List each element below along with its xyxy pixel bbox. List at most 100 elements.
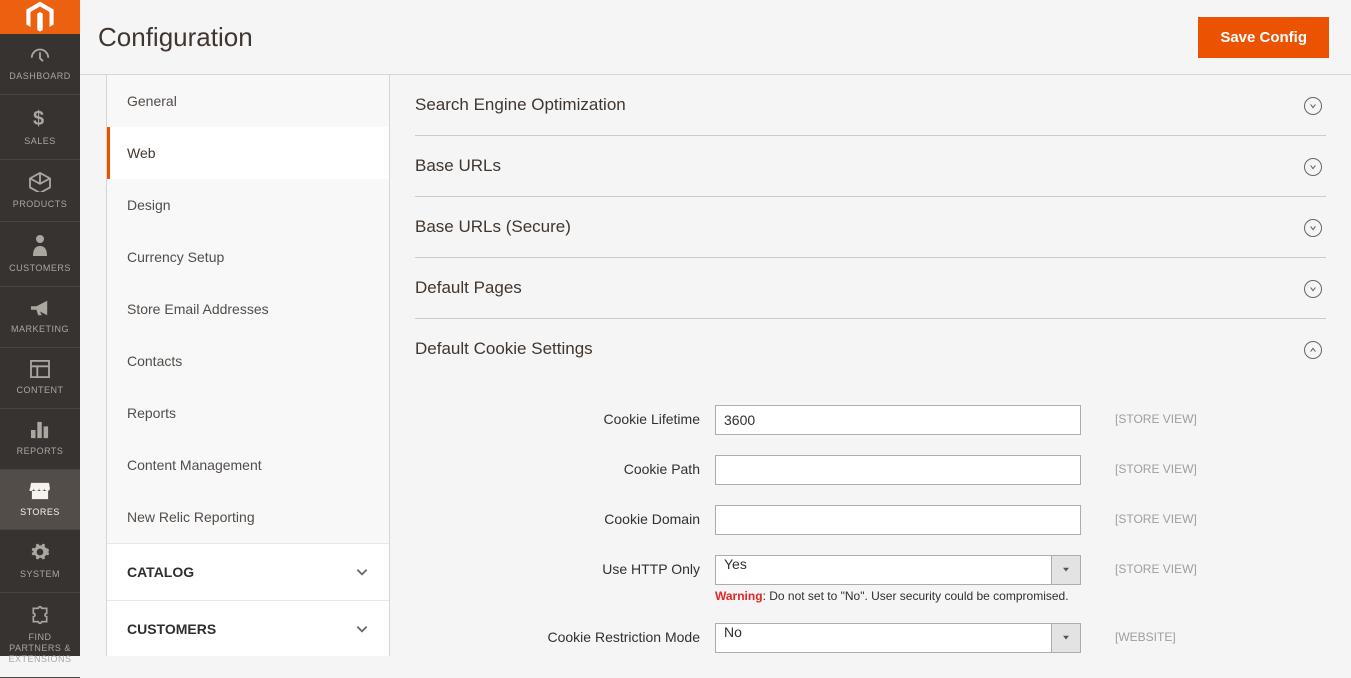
field-cookie-path: Cookie Path [STORE VIEW] <box>415 455 1326 485</box>
general-group: General Web Design Currency Setup Store … <box>107 75 389 543</box>
cookie-lifetime-input[interactable] <box>715 405 1081 435</box>
select-value: Yes <box>715 555 1051 585</box>
nav-marketing[interactable]: MARKETING <box>0 287 80 348</box>
gear-icon <box>30 542 50 564</box>
field-http-only: Use HTTP Only Yes Warning: Do not set to… <box>415 555 1326 603</box>
logo[interactable] <box>0 0 80 34</box>
field-label: Cookie Domain <box>415 505 715 527</box>
section-base-urls-secure[interactable]: Base URLs (Secure) <box>415 197 1326 258</box>
chevron-down-icon <box>355 565 369 579</box>
sidebar-item-cms[interactable]: Content Management <box>107 439 389 491</box>
field-label: Cookie Path <box>415 455 715 477</box>
section-cookie-settings[interactable]: Default Cookie Settings <box>415 319 1326 379</box>
nav-system[interactable]: SYSTEM <box>0 530 80 593</box>
nav-label: MARKETING <box>11 324 69 335</box>
sidebar-item-contacts[interactable]: Contacts <box>107 335 389 387</box>
nav-label: CONTENT <box>17 385 64 396</box>
person-icon <box>32 234 48 258</box>
group-label: CUSTOMERS <box>127 621 216 637</box>
field-label: Cookie Lifetime <box>415 405 715 427</box>
nav-customers[interactable]: CUSTOMERS <box>0 222 80 287</box>
nav-label: SYSTEM <box>20 569 60 580</box>
section-title: Base URLs (Secure) <box>415 217 1326 237</box>
nav-content[interactable]: CONTENT <box>0 348 80 409</box>
dollar-icon: $ <box>33 107 47 131</box>
section-title: Search Engine Optimization <box>415 95 1326 115</box>
sidebar-item-general[interactable]: General <box>107 75 389 127</box>
section-title: Default Cookie Settings <box>415 339 1326 359</box>
main-region: Configuration Save Config General Web De… <box>80 0 1351 656</box>
chevron-down-icon <box>1304 280 1322 298</box>
sidebar-item-currency[interactable]: Currency Setup <box>107 231 389 283</box>
svg-text:$: $ <box>33 108 45 129</box>
scope-label: [WEBSITE] <box>1081 623 1221 644</box>
magento-logo-icon <box>23 0 57 34</box>
nav-label: FIND PARTNERS & EXTENSIONS <box>4 632 76 664</box>
chevron-down-icon <box>355 622 369 636</box>
config-sidebar: General Web Design Currency Setup Store … <box>106 75 390 656</box>
http-only-note: Warning: Do not set to "No". User securi… <box>715 589 1081 603</box>
select-value: No <box>715 623 1051 653</box>
group-catalog[interactable]: CATALOG <box>107 543 389 600</box>
nav-products[interactable]: PRODUCTS <box>0 160 80 223</box>
nav-label: DASHBOARD <box>9 71 71 82</box>
nav-sales[interactable]: $ SALES <box>0 95 80 160</box>
bars-icon <box>30 421 50 441</box>
page-header: Configuration Save Config <box>80 0 1351 75</box>
main-nav: DASHBOARD $ SALES PRODUCTS CUSTOMERS MAR… <box>0 0 80 656</box>
http-only-select[interactable]: Yes <box>715 555 1081 585</box>
field-cookie-restriction: Cookie Restriction Mode No [WEBSITE] <box>415 623 1326 653</box>
section-title: Base URLs <box>415 156 1326 176</box>
chevron-down-icon <box>1304 97 1322 115</box>
chevron-up-icon <box>1304 341 1322 359</box>
scope-label: [STORE VIEW] <box>1081 455 1221 476</box>
field-label: Use HTTP Only <box>415 555 715 577</box>
cookie-domain-input[interactable] <box>715 505 1081 535</box>
section-seo[interactable]: Search Engine Optimization <box>415 75 1326 136</box>
nav-label: PRODUCTS <box>13 199 68 210</box>
config-panel: Search Engine Optimization Base URLs Bas… <box>390 75 1351 656</box>
scope-label: [STORE VIEW] <box>1081 405 1221 426</box>
warning-prefix: Warning <box>715 589 763 603</box>
warning-text: : Do not set to "No". User security coul… <box>763 589 1069 603</box>
nav-label: SALES <box>24 136 56 147</box>
field-cookie-domain: Cookie Domain [STORE VIEW] <box>415 505 1326 535</box>
sidebar-item-design[interactable]: Design <box>107 179 389 231</box>
scope-label: [STORE VIEW] <box>1081 505 1221 526</box>
caret-down-icon <box>1051 623 1081 653</box>
megaphone-icon <box>29 299 51 319</box>
nav-label: STORES <box>20 507 60 518</box>
puzzle-icon <box>30 605 50 627</box>
nav-dashboard[interactable]: DASHBOARD <box>0 34 80 95</box>
sidebar-item-web[interactable]: Web <box>107 127 389 179</box>
sidebar-item-email[interactable]: Store Email Addresses <box>107 283 389 335</box>
nav-reports[interactable]: REPORTS <box>0 409 80 470</box>
chevron-down-icon <box>1304 158 1322 176</box>
box-icon <box>29 172 51 194</box>
section-default-pages[interactable]: Default Pages <box>415 258 1326 319</box>
group-label: CATALOG <box>127 564 194 580</box>
save-config-button[interactable]: Save Config <box>1198 17 1329 58</box>
nav-label: CUSTOMERS <box>9 263 71 274</box>
content-area: General Web Design Currency Setup Store … <box>80 75 1351 656</box>
field-cookie-lifetime: Cookie Lifetime [STORE VIEW] <box>415 405 1326 435</box>
sidebar-item-reports[interactable]: Reports <box>107 387 389 439</box>
sidebar-item-newrelic[interactable]: New Relic Reporting <box>107 491 389 543</box>
chevron-down-icon <box>1304 219 1322 237</box>
nav-partners[interactable]: FIND PARTNERS & EXTENSIONS <box>0 593 80 677</box>
nav-label: REPORTS <box>17 446 64 457</box>
caret-down-icon <box>1051 555 1081 585</box>
field-label: Cookie Restriction Mode <box>415 623 715 645</box>
section-title: Default Pages <box>415 278 1326 298</box>
group-customers[interactable]: CUSTOMERS <box>107 600 389 656</box>
page-title: Configuration <box>98 22 253 53</box>
gauge-icon <box>29 46 51 66</box>
section-base-urls[interactable]: Base URLs <box>415 136 1326 197</box>
scope-label: [STORE VIEW] <box>1081 555 1221 576</box>
cookie-restriction-select[interactable]: No <box>715 623 1081 653</box>
cookie-form: Cookie Lifetime [STORE VIEW] Cookie Path… <box>415 379 1326 653</box>
storefront-icon <box>29 482 51 502</box>
layout-icon <box>30 360 50 380</box>
nav-stores[interactable]: STORES <box>0 470 80 531</box>
cookie-path-input[interactable] <box>715 455 1081 485</box>
